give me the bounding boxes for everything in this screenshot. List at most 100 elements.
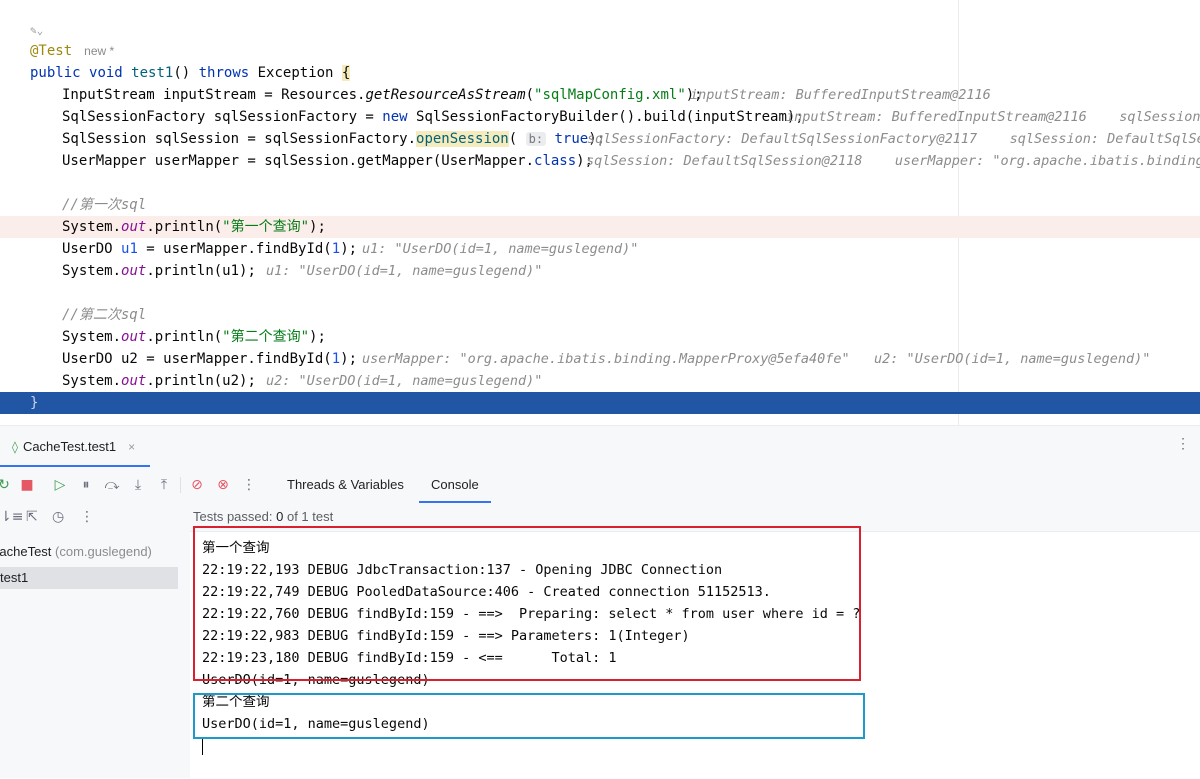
- code-editor[interactable]: ✎⌄ @Test new * public void test1() throws…: [0, 0, 1200, 425]
- step-out-icon[interactable]: ⤒: [154, 475, 174, 495]
- collapse-icon[interactable]: ⇱: [26, 509, 38, 525]
- keyword: true: [554, 131, 589, 147]
- method-call: getResourceAsStream: [365, 87, 526, 103]
- run-tab[interactable]: ◊ CacheTest.test1 ×: [0, 426, 150, 467]
- code-text: UserDO: [62, 241, 122, 257]
- view-breakpoints-icon[interactable]: ⊘: [187, 475, 207, 495]
- code-text: InputStream inputStream = Resources.: [62, 87, 366, 103]
- test-tree-panel: ⇂≡ ⇱ ◷ ⋮ CacheTest (com.guslegend) test1: [0, 503, 190, 778]
- code-line[interactable]: UserMapper userMapper = sqlSession.getMa…: [0, 150, 1200, 172]
- debug-inline-value[interactable]: u1: "UserDO(id=1, name=guslegend)": [362, 238, 638, 260]
- execution-point-line[interactable]: System.out.println("第一个查询");: [0, 216, 1200, 238]
- code-line[interactable]: public void test1() throws Exception {: [0, 62, 1200, 84]
- code-text: );: [340, 351, 358, 367]
- comment: //第一次sql: [62, 197, 147, 213]
- keyword: new: [382, 109, 408, 125]
- debug-toolbar: ↻ ■ ▷ ⏸ ⤼ ⤓ ⤒ ⊘ ⊗ ⋮ Threads & Variables …: [0, 467, 1200, 503]
- tree-item-class[interactable]: CacheTest (com.guslegend): [0, 541, 168, 563]
- mute-breakpoints-icon[interactable]: ⊗: [213, 475, 233, 495]
- stop-icon[interactable]: ■: [17, 475, 37, 495]
- local-variable: u1: [121, 241, 138, 257]
- test-config-icon: ◊: [12, 439, 18, 454]
- close-icon[interactable]: ×: [128, 440, 135, 454]
- code-line[interactable]: System.out.println(u2); u2: "UserDO(id=1…: [0, 370, 1200, 392]
- annotation: @Test: [30, 43, 73, 59]
- console-output[interactable]: 第一个查询 22:19:22,193 DEBUG JdbcTransaction…: [190, 526, 1200, 779]
- number-literal: 1: [331, 241, 341, 257]
- parameter-hint: b:: [525, 132, 547, 146]
- debug-inline-value[interactable]: inputStream: BufferedInputStream@2116 sq…: [786, 106, 1200, 128]
- debug-tool-window: ◊ CacheTest.test1 × ⋮ ↻ ■ ▷ ⏸ ⤼ ⤓ ⤒ ⊘ ⊗ …: [0, 425, 1200, 779]
- comment: //第二次sql: [62, 307, 147, 323]
- code-text: .println(: [146, 219, 223, 235]
- author-icon: ✎⌄: [30, 24, 44, 37]
- keyword: throws: [198, 65, 250, 81]
- code-line[interactable]: InputStream inputStream = Resources.getR…: [0, 84, 1200, 106]
- test-status: Tests passed: 0 of 1 test: [193, 509, 333, 524]
- status-suffix: of 1 test: [286, 509, 334, 524]
- code-line[interactable]: @Test new *: [0, 40, 1200, 62]
- code-text: SqlSession sqlSession = sqlSessionFactor…: [62, 131, 417, 147]
- code-text: System.: [62, 263, 122, 279]
- code-text: .println(: [146, 329, 223, 345]
- highlight-box-first-query: [193, 526, 861, 681]
- code-line[interactable]: UserDO u1 = userMapper.findById(1); u1: …: [0, 238, 1200, 260]
- static-field: out: [121, 263, 147, 279]
- step-over-icon[interactable]: ⤼: [102, 475, 122, 495]
- tab-console[interactable]: Console: [419, 467, 491, 503]
- debug-inline-value[interactable]: sqlSessionFactory: DefaultSqlSessionFact…: [587, 128, 1200, 150]
- static-field: out: [121, 219, 147, 235]
- method-call: openSession: [416, 131, 509, 147]
- keyword: void: [89, 65, 123, 81]
- debug-inline-value[interactable]: u2: "UserDO(id=1, name=guslegend)": [266, 370, 542, 392]
- resume-icon[interactable]: ▷: [50, 475, 70, 495]
- matched-brace: {: [341, 65, 351, 81]
- sort-icon[interactable]: ⇂≡: [0, 509, 23, 525]
- debug-inline-value[interactable]: sqlSession: DefaultSqlSession@2118 userM…: [586, 150, 1200, 172]
- code-line[interactable]: UserDO u2 = userMapper.findById(1); user…: [0, 348, 1200, 370]
- code-text: UserMapper userMapper = sqlSession.getMa…: [62, 153, 535, 169]
- code-text: (): [173, 65, 199, 81]
- toolbar-divider: [180, 477, 181, 493]
- selected-code-line[interactable]: }: [0, 392, 1200, 414]
- code-text: SqlSessionFactory sqlSessionFactory =: [62, 109, 383, 125]
- code-text: .println(u1);: [146, 263, 256, 279]
- code-line[interactable]: System.out.println("第二个查询");: [0, 326, 1200, 348]
- tree-item-method[interactable]: test1: [0, 567, 178, 589]
- keyword: class: [534, 153, 577, 169]
- method-name: test1: [0, 570, 29, 585]
- passed-count: 0: [276, 509, 284, 524]
- debug-inline-value[interactable]: u1: "UserDO(id=1, name=guslegend)": [266, 260, 542, 282]
- rerun-icon[interactable]: ↻: [0, 475, 14, 495]
- tab-threads-variables[interactable]: Threads & Variables: [287, 467, 404, 503]
- more-options-icon[interactable]: ⋮: [1176, 436, 1190, 452]
- code-text: UserDO u2 = userMapper.findById(: [62, 351, 332, 367]
- code-text: );: [340, 241, 358, 257]
- debug-inline-value[interactable]: u2: "UserDO(id=1, name=guslegend)": [874, 348, 1150, 370]
- more-actions-icon[interactable]: ⋮: [239, 475, 259, 495]
- code-text: Exception: [249, 65, 342, 81]
- code-text: = userMapper.findById(: [137, 241, 332, 257]
- string-literal: "第一个查询": [222, 219, 310, 235]
- step-into-icon[interactable]: ⤓: [128, 475, 148, 495]
- number-literal: 1: [331, 351, 341, 367]
- highlight-box-second-query: [193, 693, 865, 739]
- code-text: System.: [62, 219, 122, 235]
- inlay-new-tag[interactable]: new *: [84, 44, 114, 58]
- code-text: );: [309, 329, 326, 345]
- method-name: test1: [131, 65, 174, 81]
- status-prefix: Tests passed:: [193, 509, 277, 524]
- debug-inline-value[interactable]: userMapper: "org.apache.ibatis.binding.M…: [362, 348, 850, 370]
- debug-inline-value[interactable]: inputStream: BufferedInputStream@2116: [690, 84, 991, 106]
- run-tab-bar: ◊ CacheTest.test1 × ⋮: [0, 426, 1200, 467]
- code-text: System.: [62, 329, 122, 345]
- class-name: CacheTest: [0, 544, 52, 559]
- code-line[interactable]: System.out.println(u1); u1: "UserDO(id=1…: [0, 260, 1200, 282]
- history-icon[interactable]: ◷: [52, 509, 64, 525]
- tree-options-icon[interactable]: ⋮: [80, 509, 94, 525]
- code-line[interactable]: SqlSession sqlSession = sqlSessionFactor…: [0, 128, 1200, 150]
- code-line[interactable]: //第二次sql: [0, 304, 1200, 326]
- code-line[interactable]: //第一次sql: [0, 194, 1200, 216]
- pause-icon[interactable]: ⏸: [76, 475, 96, 495]
- code-line[interactable]: SqlSessionFactory sqlSessionFactory = ne…: [0, 106, 1200, 128]
